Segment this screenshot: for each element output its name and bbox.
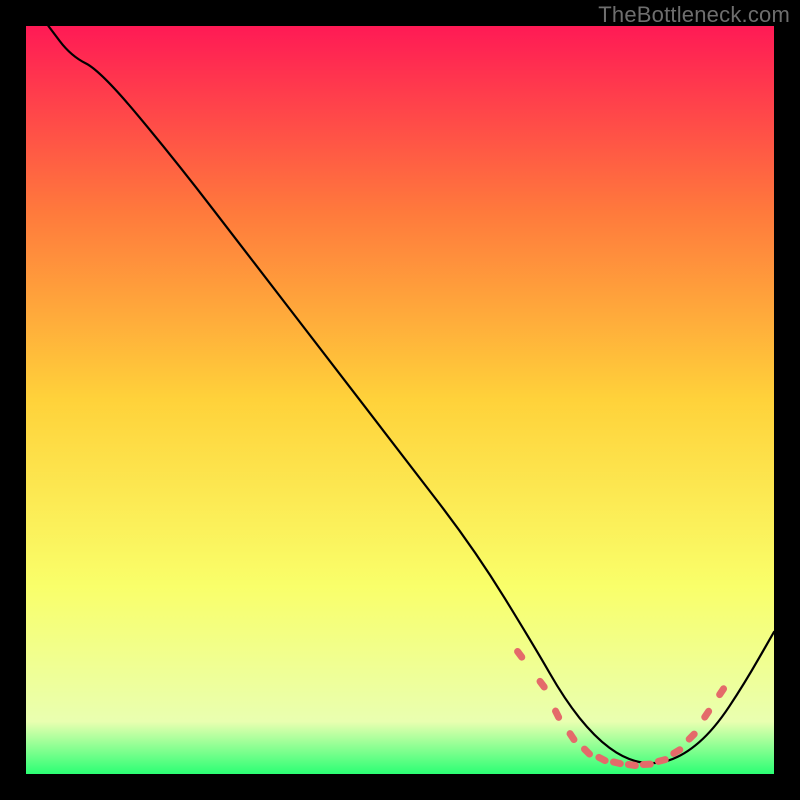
chart-plot-area: [26, 26, 774, 774]
dot: [640, 760, 654, 768]
chart-frame: TheBottleneck.com: [0, 0, 800, 800]
gradient-background: [26, 26, 774, 774]
watermark-text: TheBottleneck.com: [598, 2, 790, 28]
chart-svg: [26, 26, 774, 774]
